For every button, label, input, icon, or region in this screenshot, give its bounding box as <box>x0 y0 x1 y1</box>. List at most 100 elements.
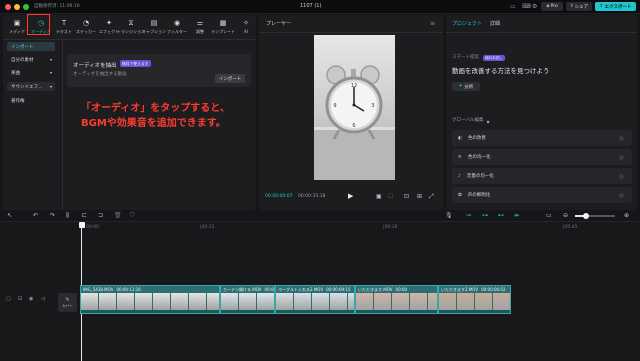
zoom-in-icon[interactable]: ⊕ <box>624 212 629 219</box>
export-icon: ⇧ <box>599 4 604 9</box>
clip-thumbnail <box>392 293 409 310</box>
clip-thumbnail <box>294 293 311 310</box>
crop-icon[interactable]: ⊡ <box>404 193 409 200</box>
tab-adjust[interactable]: ⚌ 調整 <box>189 17 211 37</box>
snap-icon[interactable]: ⇹ <box>514 212 519 219</box>
clip-thumbnail <box>171 293 188 310</box>
text-icon: T <box>61 18 67 27</box>
ruler-tick: 00:00 <box>86 225 99 230</box>
zoom-window-button[interactable] <box>23 4 29 10</box>
mic-icon[interactable]: 🎙 <box>445 212 453 219</box>
tab-label: トランジション <box>117 28 145 34</box>
tab-text[interactable]: T テキスト <box>53 17 75 37</box>
tab-project[interactable]: プロジェクト <box>452 22 482 27</box>
timeline-clip[interactable]: いただきます2.MOV 00:00:06:02 <box>438 285 511 314</box>
menu-icon[interactable]: ≡ <box>430 20 435 27</box>
tab-ai[interactable]: ✧ AI <box>235 17 257 37</box>
lock-icon[interactable]: ▢ <box>6 296 11 302</box>
sidebar-item-music[interactable]: 楽曲 ▾ <box>7 68 55 77</box>
tab-detail[interactable]: 詳細 <box>490 22 500 27</box>
timeline-clip[interactable]: カーテン開ける.MOV 00:00 <box>220 285 275 314</box>
caption-track-icon[interactable]: ▭ <box>546 212 552 219</box>
autosave-status: 自動保存済: 11:09:19 <box>34 4 80 9</box>
layout-icon[interactable]: ▭ <box>510 3 516 10</box>
settings-icon[interactable]: ⚙ <box>532 3 537 10</box>
toggle[interactable] <box>619 192 624 198</box>
effect-icon: ✦ <box>106 18 112 27</box>
global-item-volume-normalize[interactable]: ♪ 音量の均一化 <box>452 168 632 184</box>
toggle[interactable] <box>619 135 624 141</box>
toggle[interactable] <box>619 173 624 179</box>
media-panel: ▣ メディア ◷ オーディオ T テキスト ◔ ステッカー ✦ エフェクト ⧖ トランジション ▤ キャプ… <box>3 15 256 210</box>
tab-sticker[interactable]: ◔ ステッカー <box>75 17 97 37</box>
ruler-tick: |00:45 <box>563 225 578 230</box>
undo-icon[interactable]: ↶ <box>33 212 38 219</box>
tab-transition[interactable]: ⧖ トランジション <box>117 17 145 37</box>
clip-thumbnail <box>374 293 391 310</box>
tab-media[interactable]: ▣ メディア <box>6 17 28 37</box>
diamond-icon: ◆ <box>486 119 490 124</box>
timeline-clip[interactable]: いただきます.MOV 00:00 <box>355 285 438 314</box>
export-button[interactable]: ⇧ エクスポート <box>595 2 636 11</box>
clip-name: ヨーグルト入れる2.MOV <box>278 287 324 292</box>
analyze-button[interactable]: ✦ 分析 <box>452 82 480 91</box>
tab-filter[interactable]: ◉ フィルター <box>166 17 188 37</box>
audio-tab-highlight <box>27 14 50 35</box>
clip-audio-strip <box>356 310 437 313</box>
link-icon[interactable]: ⊶ <box>482 212 488 219</box>
clip-audio-strip <box>439 310 510 313</box>
clip-thumbnail <box>153 293 170 310</box>
sidebar-item-copyright[interactable]: 著作権 <box>7 96 55 105</box>
delete-icon[interactable]: 🗑 <box>114 212 122 219</box>
fit-icon[interactable]: ⊞ <box>417 193 422 200</box>
chevron-down-icon: ▾ <box>49 57 52 62</box>
visibility-icon[interactable]: ◉ <box>29 296 33 302</box>
pro-badge[interactable]: ◆ Pro <box>541 2 563 11</box>
toggle[interactable] <box>619 154 624 160</box>
tab-label: フィルター <box>167 28 187 34</box>
lock-track-icon[interactable]: ⊡ <box>18 296 22 302</box>
split-icon[interactable]: ⫼ <box>66 212 69 220</box>
play-icon[interactable]: ▶ <box>348 192 353 200</box>
tab-caption[interactable]: ▤ キャプション <box>142 17 166 37</box>
project-title[interactable]: 1107 (1) <box>300 4 321 9</box>
extract-import-button[interactable]: インポート <box>215 74 245 83</box>
share-button[interactable]: ⇪ シェア <box>566 2 592 11</box>
minimize-window-button[interactable] <box>14 4 20 10</box>
sidebar-item-mine[interactable]: 自分の素材 ▾ <box>7 55 55 64</box>
zoom-out-icon[interactable]: ⊖ <box>563 212 568 219</box>
sidebar-item-sound-effects[interactable]: サウンドエフ... ▾ <box>7 82 55 91</box>
split-left-icon[interactable]: ⊏ <box>82 212 87 219</box>
chevron-down-icon: ▾ <box>49 84 52 89</box>
fullscreen-icon[interactable]: ⤢ <box>429 193 434 201</box>
ratio-icon[interactable]: ⬚ <box>388 193 393 199</box>
video-preview[interactable]: 12 3 6 9 <box>314 35 395 180</box>
main-track-magnet-icon[interactable]: ⊸ <box>466 212 471 219</box>
tab-template[interactable]: ▦ テンプレート <box>211 17 235 37</box>
playhead-handle[interactable] <box>78 222 85 228</box>
close-window-button[interactable] <box>5 4 11 10</box>
global-item-color-match[interactable]: ⚟ 色の均一化 <box>452 149 632 165</box>
timeline-clip[interactable]: ヨーグルト入れる2.MOV 00:00:09:15 <box>275 285 355 314</box>
shield-icon[interactable]: ⛉ <box>130 212 135 220</box>
select-icon[interactable]: ↖ <box>7 212 12 219</box>
preview-axis-icon[interactable]: ⊷ <box>498 212 504 219</box>
extract-title: オーディオを抽出 <box>73 63 117 69</box>
global-item-voice-clarity[interactable]: ❂ 声の鮮明化 <box>452 187 632 203</box>
cover-button[interactable]: ✎ カバー <box>58 293 77 312</box>
split-right-icon[interactable]: ⊐ <box>98 212 103 219</box>
sidebar-item-import[interactable]: インポート <box>7 42 55 51</box>
zoom-slider-handle[interactable] <box>583 212 589 219</box>
redo-icon[interactable]: ↷ <box>50 212 55 219</box>
global-item-color-enhance[interactable]: ◐ 色の改善 <box>452 130 632 146</box>
template-icon: ▦ <box>219 18 227 27</box>
clip-thumbnail <box>428 293 437 310</box>
timeline-clip[interactable]: IMG_5438.MOV 00:00:11:16 <box>80 285 220 314</box>
properties-panel: プロジェクト 詳細 スマート提案 無料お試し 動画を改善する方法を見つけよう ✦… <box>446 15 637 210</box>
zoom-slider[interactable] <box>575 212 615 219</box>
snapshot-icon[interactable]: ▣ <box>376 193 382 200</box>
tab-label: AI <box>244 29 248 34</box>
mute-icon[interactable]: ◁ <box>41 296 45 302</box>
svg-text:3: 3 <box>371 103 374 109</box>
keyboard-icon[interactable]: ⌨ <box>522 3 531 10</box>
